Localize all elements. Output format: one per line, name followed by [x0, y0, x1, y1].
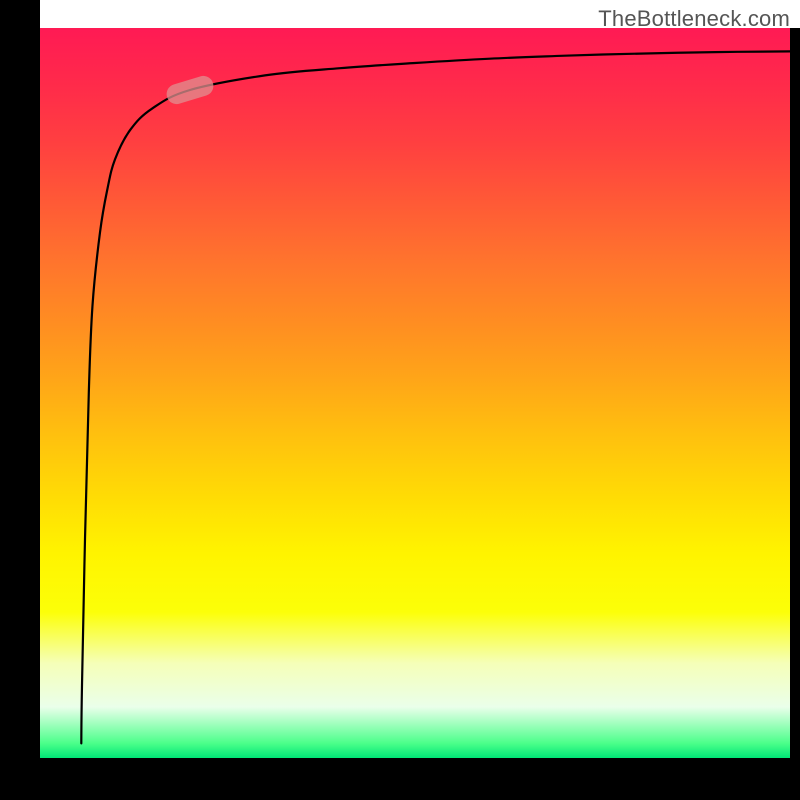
plot-gradient-background	[40, 28, 790, 758]
chart-container: TheBottleneck.com	[0, 0, 800, 800]
y-axis-mask	[0, 0, 40, 800]
watermark-text: TheBottleneck.com	[598, 6, 790, 32]
x-axis-mask	[0, 758, 800, 800]
